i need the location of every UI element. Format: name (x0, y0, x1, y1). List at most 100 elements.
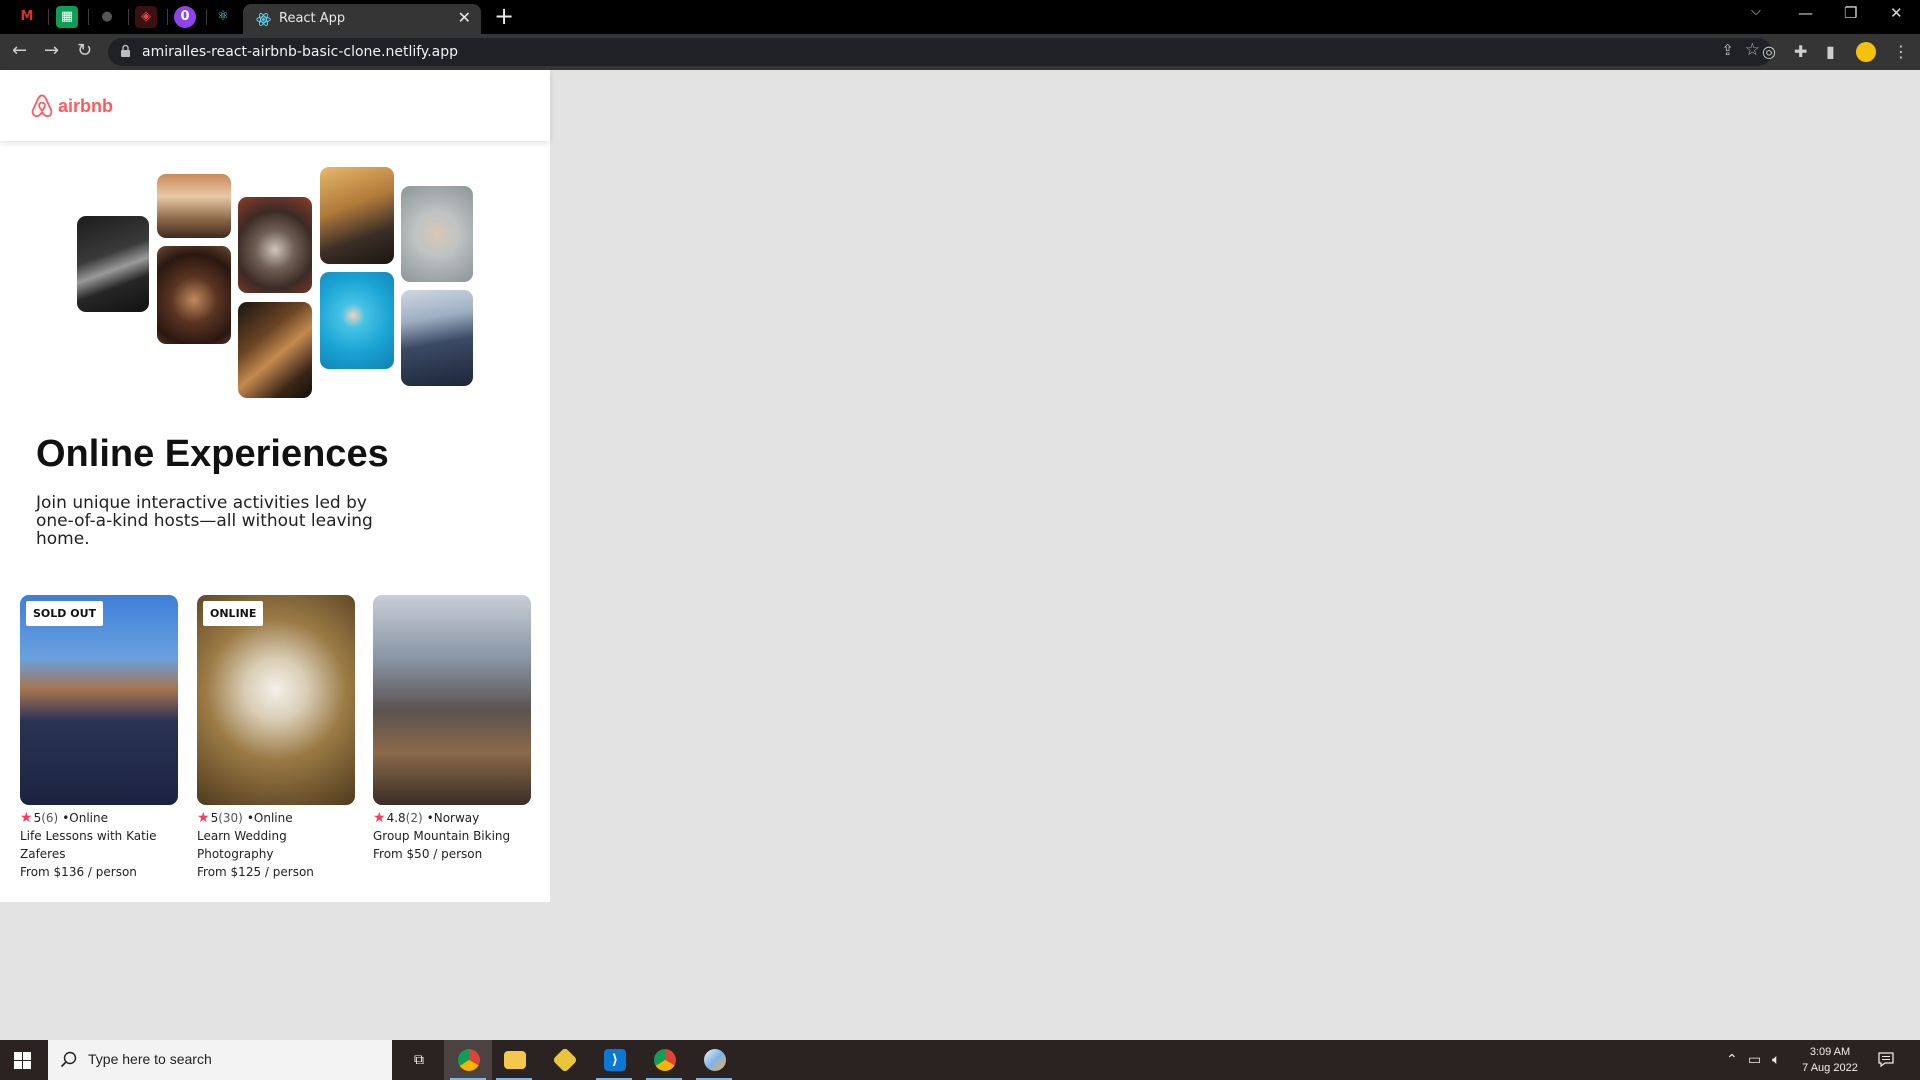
card-photo: SOLD OUT (20, 595, 178, 805)
experience-card[interactable]: ★ 4.8 (2) •Norway Group Mountain Biking … (373, 595, 531, 863)
minimize-button[interactable]: — (1798, 4, 1813, 22)
card-price: From $136 / person (20, 865, 137, 879)
taskbar-chrome-button[interactable] (444, 1040, 492, 1080)
menu-kebab-icon[interactable]: ⋮ (1893, 43, 1909, 61)
clock-date: 7 Aug 2022 (1802, 1062, 1858, 1074)
network-icon[interactable]: ▭ (1748, 1052, 1761, 1068)
task-view-icon: ⧉ (414, 1052, 424, 1068)
react-icon (256, 13, 271, 26)
hero-photo-singer (401, 290, 473, 386)
hero-photo-swimmer (320, 272, 394, 369)
star-icon: ★ (197, 810, 210, 826)
taskbar-vscode-button[interactable]: ⟩ (590, 1040, 638, 1080)
hero-photo-food-bowl (238, 197, 312, 293)
search-icon (60, 1051, 77, 1068)
back-arrow-icon[interactable]: ← (12, 40, 27, 62)
card-stats: ★ 5 (30) •Online (197, 809, 355, 827)
search-placeholder: Type here to search (88, 1051, 212, 1067)
close-tab-icon[interactable]: ✕ (458, 8, 471, 27)
card-location: •Norway (426, 811, 480, 825)
lock-icon (121, 44, 130, 57)
taskbar-gitkraken-button[interactable] (540, 1040, 588, 1080)
volume-icon[interactable]: 🔈︎ (1772, 1052, 1780, 1068)
taskbar-file-explorer-button[interactable] (490, 1040, 538, 1080)
card-location: •Online (246, 811, 293, 825)
card-photo: ONLINE (197, 595, 355, 805)
card-review-count: (30) (218, 811, 243, 825)
clock-time: 3:09 AM (1809, 1046, 1851, 1058)
profile-avatar[interactable] (1856, 42, 1876, 62)
side-panel-icon[interactable]: ▮ (1826, 43, 1835, 61)
card-location: •Online (62, 811, 108, 825)
star-icon: ★ (373, 810, 386, 826)
tab-search-icon[interactable]: ⌵ (1751, 4, 1761, 19)
browser-toolbar: ← → ↻ amiralles-react-airbnb-basic-clone… (0, 34, 1920, 70)
chrome-profile-icon (654, 1049, 676, 1071)
app-root: airbnb Online Experiences Join unique in… (0, 70, 550, 902)
card-review-count: (2) (405, 811, 423, 825)
taskbar-search-input[interactable]: Type here to search (48, 1040, 392, 1080)
folder-icon (504, 1051, 526, 1069)
tab-react-app[interactable]: React App ✕ (243, 4, 481, 34)
airbnb-logo-icon (31, 94, 53, 118)
taskbar-chrome-profile-button[interactable] (640, 1040, 688, 1080)
navbar: airbnb (0, 70, 550, 141)
hero-photo-dancer (157, 246, 231, 344)
gmail-tab[interactable]: M (16, 6, 38, 28)
card-price: From $50 / person (373, 847, 483, 861)
sheets-tab[interactable]: ▦ (56, 6, 78, 28)
experience-card[interactable]: ONLINE ★ 5 (30) •Online Learn Wedding Ph… (197, 595, 355, 881)
tray-chevron-up-icon[interactable]: ⌃ (1726, 1052, 1738, 1068)
logo-text: airbnb (58, 95, 114, 116)
card-price: From $125 / person (197, 865, 314, 879)
card-title: Learn Wedding Photography (197, 829, 287, 861)
github-tab[interactable]: ● (96, 6, 118, 28)
windows-start-icon[interactable] (14, 1052, 31, 1069)
react-pinned-tab[interactable]: ⚛ (212, 6, 234, 28)
paint-icon (704, 1049, 726, 1071)
restore-button[interactable]: ❐ (1844, 4, 1857, 22)
address-bar[interactable]: amiralles-react-airbnb-basic-clone.netli… (108, 38, 1772, 66)
reload-icon[interactable]: ↻ (77, 40, 92, 62)
vscode-icon: ⟩ (604, 1049, 626, 1071)
status-badge: SOLD OUT (26, 601, 104, 626)
card-title: Life Lessons with Katie Zaferes (20, 829, 157, 861)
extensions-puzzle-icon[interactable]: ✚ (1794, 43, 1807, 61)
bookmark-star-icon[interactable]: ☆ (1745, 40, 1760, 60)
card-rating: 5 (210, 811, 219, 825)
task-view-button[interactable]: ⧉ (394, 1040, 442, 1080)
card-title: Group Mountain Biking (373, 829, 511, 843)
card-photo (373, 595, 531, 805)
close-window-button[interactable]: ✕ (1890, 4, 1903, 22)
taskbar-paint-button[interactable] (690, 1040, 738, 1080)
card-rating: 5 (33, 811, 42, 825)
hero-title: Online Experiences (36, 433, 389, 475)
notifications-icon[interactable] (1878, 1051, 1894, 1067)
extension-circle-icon[interactable]: ◎ (1762, 43, 1776, 61)
new-tab-button[interactable]: + (494, 3, 514, 29)
tab-title: React App (279, 11, 346, 26)
url-text: amiralles-react-airbnb-basic-clone.netli… (142, 44, 458, 60)
taskbar-clock[interactable]: 3:09 AM 7 Aug 2022 (1790, 1044, 1870, 1076)
purple-app-tab[interactable]: 0 (174, 6, 196, 28)
git-diamond-icon (552, 1047, 578, 1073)
card-review-count: (6) (41, 811, 59, 825)
card-stats: ★ 4.8 (2) •Norway (373, 809, 531, 827)
share-icon[interactable]: ⇪ (1721, 41, 1734, 59)
hero-photo-portrait (157, 174, 231, 238)
status-badge: ONLINE (203, 601, 264, 626)
hero-photo-cooking (77, 216, 149, 312)
forward-arrow-icon[interactable]: → (44, 40, 59, 62)
experience-card[interactable]: SOLD OUT ★ 5 (6) •Online Life Lessons wi… (20, 595, 178, 881)
hero-photo-guitar (238, 302, 312, 398)
hero-photo-yoga (401, 186, 473, 282)
card-stats: ★ 5 (6) •Online (20, 809, 178, 827)
card-rating: 4.8 (386, 811, 406, 825)
airbnb-logo[interactable]: airbnb (29, 93, 113, 119)
chrome-icon (458, 1049, 480, 1071)
hero-subtitle: Join unique interactive activities led b… (36, 493, 373, 549)
red-app-tab[interactable]: ◈ (135, 6, 157, 28)
star-icon: ★ (20, 810, 33, 826)
tab-strip: M ▦ ● ◈ 0 ⚛ React App ✕ + ⌵ — ❐ ✕ (0, 0, 1920, 34)
hero-photo-microphone (320, 167, 394, 264)
